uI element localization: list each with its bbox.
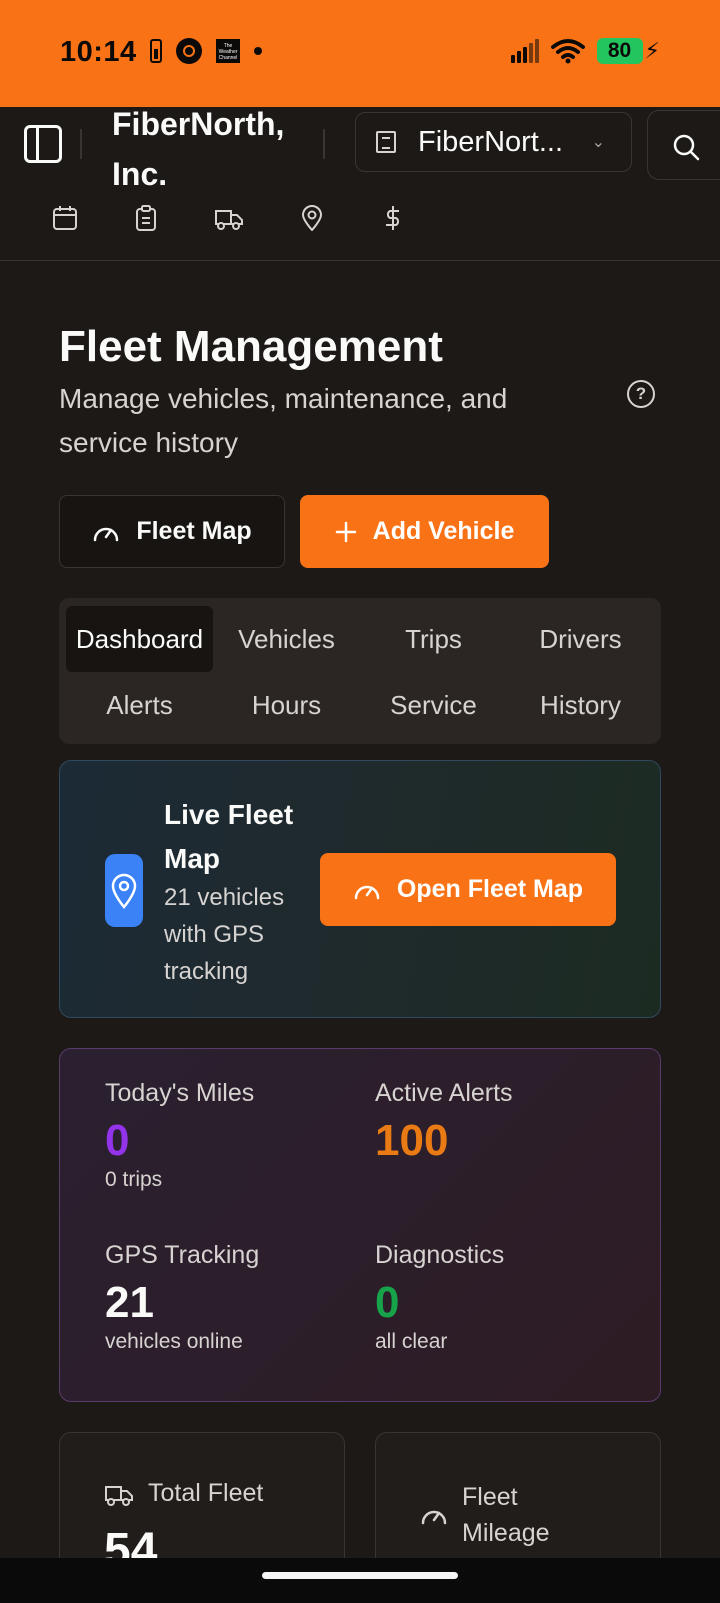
organization-selector-value: FiberNort... [418, 125, 564, 158]
tab-vehicles[interactable]: Vehicles [213, 606, 360, 672]
fleet-map-button[interactable]: Fleet Map [59, 495, 285, 568]
clipboard-icon[interactable] [133, 205, 159, 231]
stat-sub: all clear [375, 1330, 448, 1353]
tab-history[interactable]: History [507, 672, 654, 738]
wifi-icon [550, 38, 585, 64]
sidebar-toggle-icon[interactable] [24, 125, 62, 163]
live-fleet-map-title: Live Fleet Map [164, 799, 294, 874]
gauge-icon [354, 885, 380, 899]
open-fleet-map-button[interactable]: Open Fleet Map [320, 853, 616, 926]
live-fleet-map-card: Live Fleet Map 21 vehicles with GPS trac… [59, 760, 661, 1018]
app-header: FiberNorth, Inc. FiberNort... ⌄ [0, 106, 720, 261]
recording-icon [176, 38, 202, 64]
stat-label: Active Alerts [375, 1079, 513, 1107]
organization-selector[interactable]: FiberNort... ⌄ [355, 112, 632, 172]
truck-icon[interactable] [214, 205, 244, 231]
stat-label: Today's Miles [105, 1079, 255, 1107]
map-pin-icon [111, 873, 137, 909]
gauge-icon [94, 527, 119, 541]
tab-bar: Dashboard Vehicles Trips Drivers Alerts … [59, 598, 661, 744]
open-fleet-map-label: Open Fleet Map [396, 875, 584, 903]
status-bar: 10:14 The Weather Channel 80 ⚡ [0, 0, 720, 107]
map-pin-tile [105, 854, 143, 927]
weather-channel-icon: The Weather Channel [216, 39, 240, 63]
stat-label: Diagnostics [375, 1241, 505, 1269]
stat-sub: vehicles online [105, 1330, 243, 1353]
calendar-icon[interactable] [52, 205, 78, 231]
stats-card: Today's Miles 0 0 trips Active Alerts 10… [59, 1048, 661, 1402]
plus-icon [335, 521, 356, 542]
tab-service[interactable]: Service [360, 672, 507, 738]
building-icon [376, 131, 396, 153]
battery-level: 80 [596, 38, 643, 64]
tab-dashboard[interactable]: Dashboard [66, 606, 213, 672]
page-title: Fleet Management [59, 322, 443, 371]
truck-icon [105, 1485, 133, 1506]
search-button[interactable] [647, 110, 720, 180]
header-divider [80, 129, 82, 159]
header-divider [323, 129, 325, 159]
stat-value: 0 [105, 1116, 130, 1165]
fleet-map-label: Fleet Map [136, 517, 252, 545]
add-vehicle-label: Add Vehicle [372, 517, 515, 545]
page-subtitle: Manage vehicles, maintenance, and servic… [59, 383, 508, 458]
stat-sub: 0 trips [105, 1168, 163, 1191]
stat-value: 100 [375, 1116, 449, 1165]
status-time: 10:14 [60, 36, 137, 68]
tab-drivers[interactable]: Drivers [507, 606, 654, 672]
gauge-icon [421, 1510, 447, 1525]
stat-gps-tracking: GPS Tracking 21 vehicles online [105, 1241, 365, 1354]
stat-active-alerts: Active Alerts 100 [375, 1079, 635, 1166]
search-icon [673, 134, 700, 161]
add-vehicle-button[interactable]: Add Vehicle [300, 495, 549, 568]
company-name: FiberNorth, Inc. [112, 106, 285, 192]
tab-trips[interactable]: Trips [360, 606, 507, 672]
notification-dot-icon [254, 47, 262, 55]
stat-value: 0 [375, 1278, 400, 1327]
fleet-mileage-label: Fleet Mileage [462, 1483, 550, 1547]
live-fleet-map-subtitle: 21 vehicles with GPS tracking [164, 884, 285, 985]
stat-label: GPS Tracking [105, 1241, 260, 1269]
signal-icon [510, 39, 539, 63]
help-icon[interactable]: ? [627, 380, 655, 408]
map-pin-icon[interactable] [299, 205, 325, 231]
stat-diagnostics: Diagnostics 0 all clear [375, 1241, 635, 1354]
chevron-down-icon: ⌄ [591, 134, 605, 151]
navigation-bar [0, 1558, 720, 1603]
tab-hours[interactable]: Hours [213, 672, 360, 738]
stat-value: 21 [105, 1278, 154, 1327]
home-indicator[interactable] [262, 1572, 458, 1579]
battery-icon: 80 ⚡ [596, 38, 660, 64]
stat-todays-miles: Today's Miles 0 0 trips [105, 1079, 365, 1192]
total-fleet-label: Total Fleet [148, 1479, 264, 1507]
tab-alerts[interactable]: Alerts [66, 672, 213, 738]
charging-icon: ⚡ [644, 38, 660, 63]
battery-saver-icon [150, 39, 162, 63]
dollar-icon[interactable] [380, 205, 406, 231]
